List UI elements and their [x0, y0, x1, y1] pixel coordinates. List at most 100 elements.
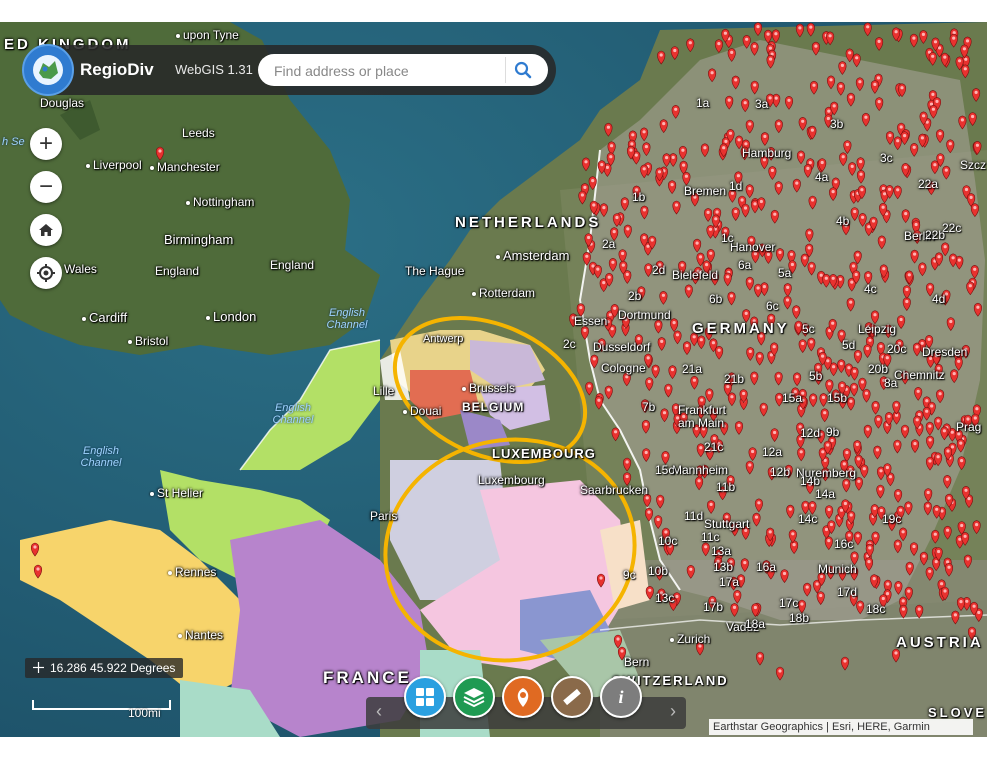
minus-icon: − — [38, 173, 53, 200]
region-code-label: 9b — [826, 425, 840, 439]
chevron-right-icon[interactable]: › — [670, 701, 676, 722]
city-label: London — [206, 309, 256, 324]
app-title: RegioDiv — [80, 60, 154, 79]
zoom-out-button[interactable]: − — [30, 171, 62, 203]
city-label: Antwerp — [423, 333, 464, 345]
region-code-label: 11d — [684, 509, 704, 523]
city-label: Luxembourg — [478, 473, 545, 487]
zoom-in-button[interactable]: + — [30, 128, 62, 160]
region-code-label: 4a — [815, 170, 829, 184]
region-code-label: 14b — [800, 474, 821, 488]
region-code-label: 13a — [711, 544, 732, 558]
region-code-label: 16a — [756, 560, 777, 574]
city-label: Dusseldorf — [593, 340, 651, 354]
plus-icon: + — [38, 130, 53, 157]
city-label: Rotterdam — [472, 286, 535, 300]
logo-icon[interactable] — [22, 44, 74, 96]
city-label: Bremen — [684, 184, 727, 198]
region-label-uk: England — [270, 258, 315, 272]
layers-button[interactable] — [453, 676, 495, 718]
coordinates-readout: 16.286 45.922 Degrees — [25, 658, 184, 678]
city-label: Szcz — [960, 158, 987, 172]
city-label: Dresden — [922, 345, 968, 359]
search-button[interactable] — [505, 57, 540, 83]
region-code-label: 1c — [721, 231, 734, 245]
city-label: Nantes — [178, 628, 223, 642]
city-label: Bristol — [128, 334, 168, 348]
layers-icon — [463, 688, 485, 708]
region-code-label: 6a — [738, 258, 752, 272]
region-code-label: 11b — [716, 480, 736, 494]
draw-pin-button[interactable] — [502, 676, 544, 718]
city-label: Nottingham — [186, 195, 254, 209]
home-button[interactable] — [30, 214, 62, 246]
country-label: GERMANY — [692, 320, 790, 337]
city-label: Cardiff — [82, 310, 127, 325]
country-label: BELGIUM — [462, 400, 525, 414]
region-code-label: 17a — [719, 575, 740, 589]
region-code-label: 3b — [830, 117, 844, 131]
pin-tool-icon — [517, 688, 529, 707]
region-code-label: 15b — [827, 391, 848, 405]
sea-label: English Channel — [80, 445, 122, 469]
city-label: Essen — [574, 314, 608, 328]
scale-label: 100mi — [128, 706, 161, 720]
region-code-label: 2c — [563, 337, 576, 351]
city-label: Manchester — [150, 160, 220, 174]
city-label: Zurich — [670, 632, 710, 646]
region-code-label: 5a — [778, 266, 792, 280]
region-code-label: 17c — [779, 596, 799, 610]
basemap-gallery-button[interactable] — [404, 676, 446, 718]
region-code-label: 12a — [762, 445, 783, 459]
city-label: The Hague — [405, 264, 465, 278]
region-code-label: 1b — [632, 190, 646, 204]
region-code-label: 10c — [658, 534, 678, 548]
city-label: Brussels — [462, 381, 515, 395]
sea-label: h Se — [2, 136, 25, 148]
region-code-label: 5d — [842, 338, 856, 352]
region-code-label: 15c — [655, 463, 675, 477]
city-label: Hanover — [730, 240, 776, 254]
region-code-label: 22b — [925, 228, 946, 242]
locate-button[interactable] — [30, 257, 62, 289]
region-code-label: 12d — [800, 426, 821, 440]
region-code-label: 18a — [745, 617, 766, 631]
region-code-label: 8a — [884, 376, 898, 390]
region-label-uk: England — [155, 264, 200, 278]
chevron-left-icon[interactable]: ‹ — [376, 701, 382, 722]
city-label: Birmingham — [164, 232, 234, 247]
city-label: Munich — [818, 562, 857, 576]
city-label: Saarbrucken — [580, 483, 649, 497]
region-code-label: 5b — [809, 369, 823, 383]
region-code-label: 9c — [623, 568, 636, 582]
region-code-label: 17d — [837, 585, 858, 599]
region-code-label: 3a — [755, 97, 769, 111]
home-icon — [39, 224, 53, 236]
city-label: Stuttgart — [704, 517, 750, 531]
region-code-label: 14a — [815, 487, 836, 501]
city-label: Leeds — [182, 126, 215, 140]
city-label: Rennes — [168, 565, 216, 579]
region-code-label: 20c — [887, 342, 907, 356]
region-code-label: 13c — [655, 591, 675, 605]
search-box — [258, 54, 548, 88]
search-input[interactable] — [272, 54, 506, 88]
info-icon: i — [618, 686, 624, 707]
region-code-label: 13b — [713, 560, 734, 574]
city-label: Lille — [373, 384, 395, 398]
info-button[interactable]: i — [600, 676, 642, 718]
country-label: SLOVE — [928, 705, 987, 720]
map-canvas[interactable]: ED KINGDOM NETHERLANDS BELGIUM LUXEMBOUR… — [0, 22, 987, 737]
region-code-label: 2a — [602, 237, 616, 251]
city-label: Leipzig — [858, 322, 897, 336]
region-code-label: 14c — [798, 512, 818, 526]
city-label: St Helier — [150, 486, 203, 500]
country-label: FRANCE — [323, 668, 412, 687]
region-code-label: 2d — [652, 263, 666, 277]
city-label: Paris — [370, 509, 398, 523]
region-code-label: 19c — [882, 512, 902, 526]
crosshair-icon — [33, 662, 44, 673]
sea-label: English Channel — [272, 402, 314, 426]
country-label: LUXEMBOURG — [492, 446, 596, 461]
measure-button[interactable] — [551, 676, 593, 718]
